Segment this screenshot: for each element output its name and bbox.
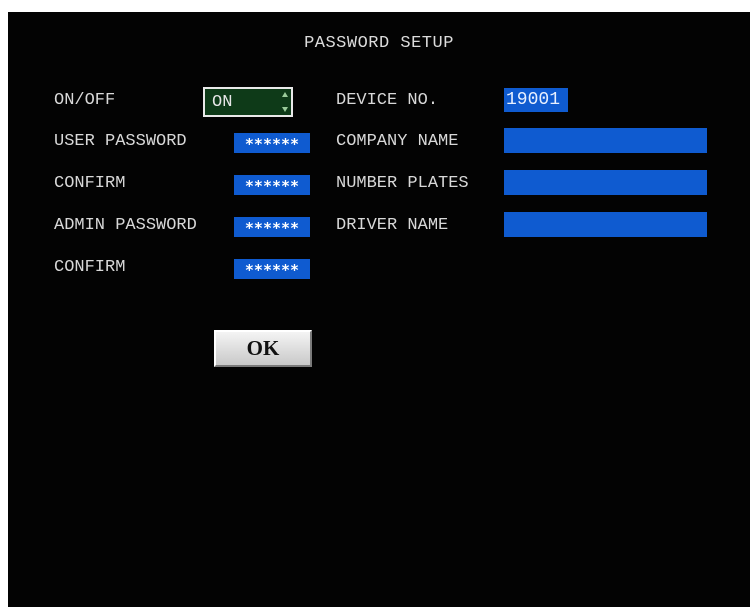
- on-off-value: ON: [212, 93, 233, 112]
- admin-password-label: ADMIN PASSWORD: [54, 216, 197, 235]
- arrow-up-icon[interactable]: [282, 92, 288, 97]
- user-password-label: USER PASSWORD: [54, 132, 187, 151]
- company-name-label: COMPANY NAME: [336, 132, 459, 151]
- driver-name-field[interactable]: [504, 212, 707, 237]
- page-title: PASSWORD SETUP: [304, 34, 454, 53]
- on-off-select[interactable]: ON: [203, 87, 293, 117]
- user-password-field[interactable]: ******: [234, 133, 310, 153]
- number-plates-label: NUMBER PLATES: [336, 174, 469, 193]
- admin-password-field[interactable]: ******: [234, 217, 310, 237]
- arrow-down-icon[interactable]: [282, 107, 288, 112]
- ok-button[interactable]: OK: [214, 330, 312, 367]
- device-no-label: DEVICE NO.: [336, 91, 439, 110]
- confirm-user-password-field[interactable]: ******: [234, 175, 310, 195]
- confirm-admin-password-label: CONFIRM: [54, 258, 126, 277]
- number-plates-field[interactable]: [504, 170, 707, 195]
- company-name-field[interactable]: [504, 128, 707, 153]
- confirm-admin-password-field[interactable]: ******: [234, 259, 310, 279]
- confirm-user-password-label: CONFIRM: [54, 174, 126, 193]
- spinner-arrows-icon[interactable]: [282, 92, 288, 112]
- driver-name-label: DRIVER NAME: [336, 216, 449, 235]
- password-setup-screen: PASSWORD SETUP ON/OFF ON USER PASSWORD *…: [8, 12, 750, 607]
- device-no-field[interactable]: 19001: [504, 88, 568, 112]
- on-off-label: ON/OFF: [54, 91, 116, 110]
